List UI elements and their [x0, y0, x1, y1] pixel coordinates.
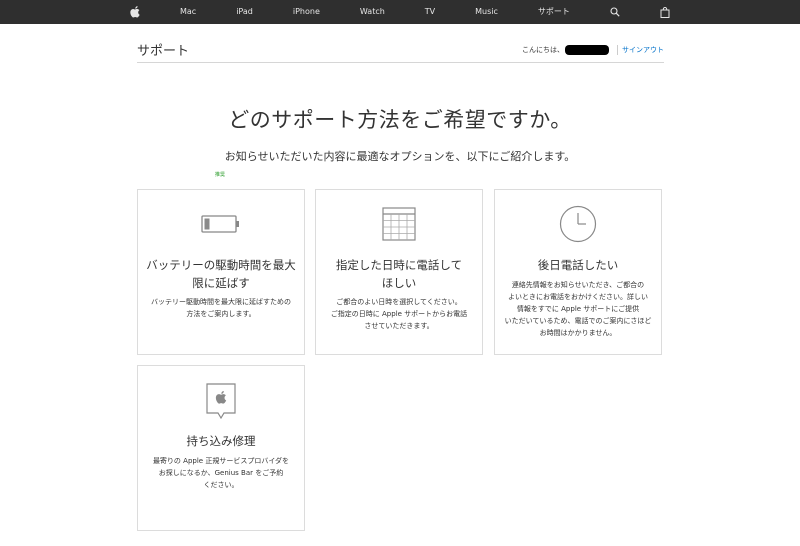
global-nav-inner: Mac iPad iPhone Watch TV Music サポート: [130, 0, 670, 24]
nav-item-mac[interactable]: Mac: [180, 0, 196, 24]
nav-item-watch[interactable]: Watch: [360, 0, 385, 24]
global-nav: Mac iPad iPhone Watch TV Music サポート: [0, 0, 800, 24]
nav-item-iphone[interactable]: iPhone: [293, 0, 320, 24]
support-title[interactable]: サポート: [137, 40, 189, 59]
option-card-call-later[interactable]: 後日電話したい 連絡先情報をお知らせいただき、ご都合の よいときにお電話をおかけ…: [494, 189, 662, 355]
divider: [617, 45, 618, 55]
card-description: 連絡先情報をお知らせいただき、ご都合の よいときにお電話をおかけください。詳しい…: [504, 281, 652, 337]
nav-item-ipad[interactable]: iPad: [236, 0, 253, 24]
card-description: 最寄りの Apple 正規サービスプロバイダを お探しになるか、Genius B…: [152, 457, 290, 489]
greeting-text: こんにちは、: [522, 46, 564, 54]
card-title: 後日電話したい: [537, 258, 619, 272]
nav-item-music[interactable]: Music: [475, 0, 498, 24]
card-title: バッテリーの駆動時間を最大 限に延ばす: [146, 258, 296, 290]
nav-item-support[interactable]: サポート: [538, 0, 570, 24]
nav-item-tv[interactable]: TV: [425, 0, 435, 24]
option-card-scheduled-call[interactable]: 指定した日時に電話して ほしい ご都合のよい日時を選択してください。 ご指定の日…: [315, 189, 483, 355]
card-description: ご都合のよい日時を選択してください。 ご指定の日時に Apple サポートからお…: [330, 298, 468, 330]
option-card-carry-in-repair[interactable]: 持ち込み修理 最寄りの Apple 正規サービスプロバイダを お探しになるか、G…: [137, 365, 305, 531]
support-header: サポート こんにちは、 サインアウト: [137, 38, 664, 63]
shopping-bag-icon[interactable]: [660, 6, 670, 18]
calendar-icon: [316, 204, 482, 244]
redacted-username: [565, 45, 609, 55]
signout-link[interactable]: サインアウト: [622, 45, 664, 55]
page-headline: どのサポート方法をご希望ですか。: [228, 108, 572, 132]
card-title: 持ち込み修理: [186, 434, 256, 448]
page-subheadline: お知らせいただいた内容に最適なオプションを、以下にご紹介します。: [224, 150, 576, 163]
battery-icon: [138, 204, 304, 244]
apple-store-pin-icon: [138, 382, 304, 422]
option-card-battery[interactable]: バッテリーの駆動時間を最大 限に延ばす バッテリー駆動時間を最大限に延ばすための…: [137, 189, 305, 355]
apple-logo-icon[interactable]: [130, 6, 140, 18]
card-description: バッテリー駆動時間を最大限に延ばすための 方法をご案内します。: [151, 298, 291, 318]
recommended-badge: 推奨: [215, 172, 226, 178]
search-icon[interactable]: [610, 7, 620, 17]
clock-icon: [495, 204, 661, 244]
card-title: 指定した日時に電話して ほしい: [335, 258, 463, 290]
user-greeting: こんにちは、 サインアウト: [522, 45, 664, 55]
